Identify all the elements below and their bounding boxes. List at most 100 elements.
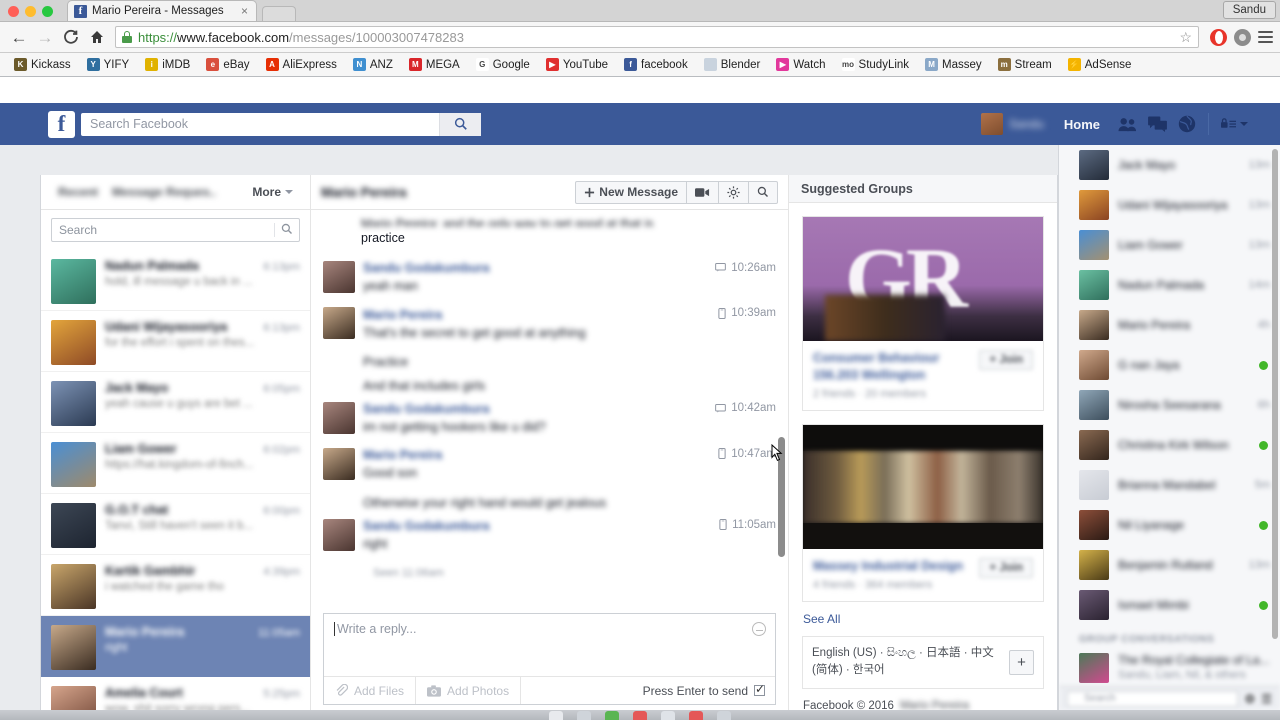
new-tab-button[interactable]	[262, 6, 296, 21]
message-sender[interactable]: Sandu Godakumbura	[363, 402, 489, 416]
maximize-window-icon[interactable]	[42, 6, 53, 17]
search-icon[interactable]	[439, 112, 481, 136]
chat-group-row[interactable]: The Royal Collegiate of La... Sandu, Liam…	[1059, 649, 1280, 687]
chat-contact-row[interactable]: Brianna Mandabel 5m	[1059, 465, 1280, 505]
dock-red-app-icon[interactable]	[633, 711, 647, 720]
bookmark-youtube[interactable]: ▶ YouTube	[538, 58, 616, 71]
navbar-user-profile[interactable]: Sandu	[973, 113, 1052, 135]
conversation-list[interactable]: Nadun Palmada 6:13pm hold, ill message u b…	[41, 250, 310, 710]
composer-input[interactable]: Write a reply...	[324, 614, 775, 676]
reload-icon[interactable]	[59, 25, 83, 49]
chat-contact-row[interactable]: Jack Mayo 13m	[1059, 145, 1280, 185]
dock-app2-icon[interactable]	[717, 711, 731, 720]
privacy-shortcuts-button[interactable]	[1215, 117, 1254, 131]
conversation-item[interactable]: Mario Pereira 11:05am right	[41, 616, 310, 677]
tab-more[interactable]: More	[245, 185, 300, 199]
group-name[interactable]: Massey Industrial Design	[813, 558, 971, 575]
bookmark-facebook[interactable]: f facebook	[616, 58, 696, 71]
language-list[interactable]: English (US) · සිංහල · 日本語 · 中文(简体) · 한국…	[812, 645, 1001, 681]
dock-app-icon[interactable]	[577, 711, 591, 720]
dock-light-app-icon[interactable]	[661, 711, 675, 720]
film-reel-extension-icon[interactable]	[1234, 28, 1251, 46]
smiley-icon[interactable]	[752, 622, 766, 636]
chat-contact-row[interactable]: Udani Wijayasooriya 13m	[1059, 185, 1280, 225]
chat-sidebar[interactable]: Jack Mayo 13m Udani Wijayasooriya 13m Liam G…	[1058, 145, 1280, 710]
conversation-item[interactable]: Liam Gower 6:02pm https://hat.kingdom-of-f…	[41, 433, 310, 494]
address-bar[interactable]: https://www.facebook.com/messages/100003…	[115, 26, 1199, 48]
video-camera-icon[interactable]	[686, 181, 718, 203]
dock-red2-app-icon[interactable]	[689, 711, 703, 720]
tab-message-requests[interactable]: Message Reques..	[105, 185, 223, 199]
dock-finder-icon[interactable]	[549, 711, 563, 720]
conversation-item[interactable]: Nadun Palmada 6:13pm hold, ill message u b…	[41, 250, 310, 311]
account-caret-icon[interactable]	[1240, 122, 1248, 126]
add-files-button[interactable]: Add Files	[324, 677, 417, 704]
new-message-button[interactable]: New Message	[576, 182, 686, 203]
gear-icon[interactable]: ⚙	[1244, 692, 1255, 706]
group-card[interactable]: Massey Industrial Design 4 friends · 364…	[802, 423, 1044, 602]
navbar-home-link[interactable]: Home	[1052, 117, 1112, 132]
message-list[interactable]: Mario Pereira: and the only way to get g…	[311, 211, 788, 611]
bookmark-anz[interactable]: N ANZ	[345, 58, 401, 71]
hamburger-menu-icon[interactable]	[1258, 31, 1273, 43]
chrome-profile-button[interactable]: Sandu	[1222, 1, 1276, 19]
conversation-item[interactable]: G.O.T chat 6:00pm Tanvi, Still haven't see…	[41, 494, 310, 555]
friend-requests-icon[interactable]	[1112, 109, 1142, 139]
gear-icon[interactable]	[718, 181, 748, 203]
message-sender[interactable]: Sandu Godakumbura	[363, 519, 489, 533]
bookmark-yify[interactable]: Y YIFY	[79, 58, 138, 71]
search-icon[interactable]	[274, 223, 299, 237]
bookmark-blender[interactable]: Blender	[696, 58, 769, 71]
add-photos-button[interactable]: Add Photos	[416, 677, 522, 704]
facebook-search-input[interactable]: Search Facebook	[81, 112, 481, 136]
conversation-item[interactable]: Amelia Court 5:25pm wow, shit sorry wrong …	[41, 677, 310, 710]
message-sender[interactable]: Mario Pereira	[363, 448, 442, 462]
chat-contact-row[interactable]: Nirosha Seesarana 6h	[1059, 385, 1280, 425]
bookmark-massey[interactable]: M Massey	[917, 58, 990, 71]
see-all-groups-link[interactable]: See All	[789, 602, 1057, 632]
bookmark-kickass[interactable]: K Kickass	[6, 58, 79, 71]
join-group-button[interactable]: + Join	[979, 557, 1033, 578]
chat-contact-row[interactable]: Benjamin Rutland 13m	[1059, 545, 1280, 585]
minimize-window-icon[interactable]	[25, 6, 36, 17]
menu-icon[interactable]: ☰	[1261, 692, 1272, 706]
press-enter-to-send[interactable]: Press Enter to send	[633, 677, 775, 704]
close-window-icon[interactable]	[8, 6, 19, 17]
chat-contact-row[interactable]: Ismael Mimbi	[1059, 585, 1280, 625]
chat-contact-row[interactable]: Liam Gower 13m	[1059, 225, 1280, 265]
forward-icon[interactable]: →	[33, 25, 57, 49]
opera-extension-icon[interactable]	[1210, 28, 1227, 46]
bookmark-mega[interactable]: M MEGA	[401, 58, 468, 71]
tab-recent[interactable]: Recent	[51, 185, 105, 199]
facebook-logo-icon[interactable]: f	[48, 110, 75, 138]
conversation-item[interactable]: Udani Wijayasooriya 6:13pm for the effort …	[41, 311, 310, 372]
messages-icon[interactable]	[1142, 109, 1172, 139]
chat-contact-row[interactable]: Nadun Palmada 14m	[1059, 265, 1280, 305]
chat-contact-row[interactable]: Nil Liyanage	[1059, 505, 1280, 545]
bookmark-imdb[interactable]: i iMDB	[137, 58, 198, 71]
conversation-item[interactable]: Kartik Gambhir 4:39pm i watched the game t…	[41, 555, 310, 616]
bookmark-ebay[interactable]: e eBay	[198, 58, 257, 71]
macos-dock[interactable]	[0, 710, 1280, 720]
conversation-search-input[interactable]: Search	[51, 218, 300, 242]
close-tab-icon[interactable]: ×	[239, 5, 250, 17]
message-sender[interactable]: Sandu Godakumbura	[363, 261, 489, 275]
chat-search-input[interactable]: Search	[1067, 690, 1239, 707]
add-language-button[interactable]: +	[1009, 649, 1034, 675]
home-icon[interactable]	[85, 25, 109, 49]
bookmark-adsense[interactable]: ⚡ AdSense	[1060, 58, 1140, 71]
back-icon[interactable]: ←	[7, 25, 31, 49]
checkbox-checked-icon[interactable]	[754, 682, 765, 696]
bookmark-google[interactable]: G Google	[468, 58, 538, 71]
chat-contact-row[interactable]: G nan Jaya	[1059, 345, 1280, 385]
chat-contact-row[interactable]: Christina Kirk Wilson	[1059, 425, 1280, 465]
chat-sidebar-scrollbar[interactable]	[1272, 149, 1278, 639]
thread-search-icon[interactable]	[748, 181, 777, 203]
bookmark-stream[interactable]: m Stream	[990, 58, 1060, 71]
browser-tab[interactable]: f Mario Pereira - Messages ×	[67, 0, 257, 21]
bookmark-star-icon[interactable]: ☆	[1179, 29, 1192, 46]
notifications-globe-icon[interactable]	[1172, 109, 1202, 139]
bookmark-studylink[interactable]: mo StudyLink	[834, 58, 918, 71]
chat-contact-row[interactable]: Mario Pereira 4h	[1059, 305, 1280, 345]
dock-green-app-icon[interactable]	[605, 711, 619, 720]
